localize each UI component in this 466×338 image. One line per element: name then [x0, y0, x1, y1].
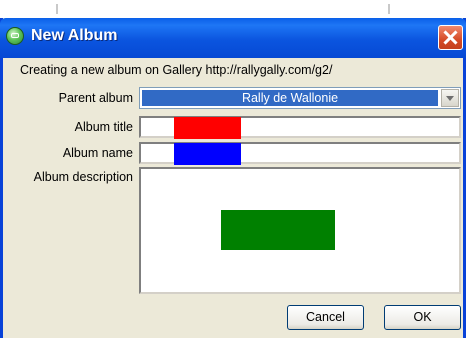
parent-album-label: Parent album [58, 91, 133, 105]
background-window-strip [0, 0, 466, 18]
cancel-button[interactable]: Cancel [287, 305, 364, 330]
parent-album-select[interactable]: Rally de Wallonie [139, 87, 461, 109]
album-name-label: Album name [62, 146, 133, 160]
chevron-down-icon[interactable] [441, 89, 459, 107]
background-mark [56, 4, 58, 14]
ok-button[interactable]: OK [384, 305, 461, 330]
gallery-remote-icon [6, 27, 24, 45]
redaction-block-name [174, 143, 241, 165]
album-title-label: Album title [74, 120, 133, 134]
info-text: Creating a new album on Gallery http://r… [20, 63, 333, 77]
close-icon[interactable] [438, 25, 463, 50]
redaction-block-description [221, 210, 335, 250]
album-description-label: Album description [33, 170, 133, 184]
album-description-textarea[interactable] [139, 167, 461, 294]
background-mark [388, 4, 390, 14]
window-title: New Album [31, 27, 118, 44]
album-name-input[interactable] [139, 142, 461, 165]
redaction-block-title [174, 117, 241, 139]
titlebar[interactable]: New Album [0, 18, 466, 58]
parent-album-value: Rally de Wallonie [241, 91, 339, 105]
album-title-input[interactable] [139, 116, 461, 139]
